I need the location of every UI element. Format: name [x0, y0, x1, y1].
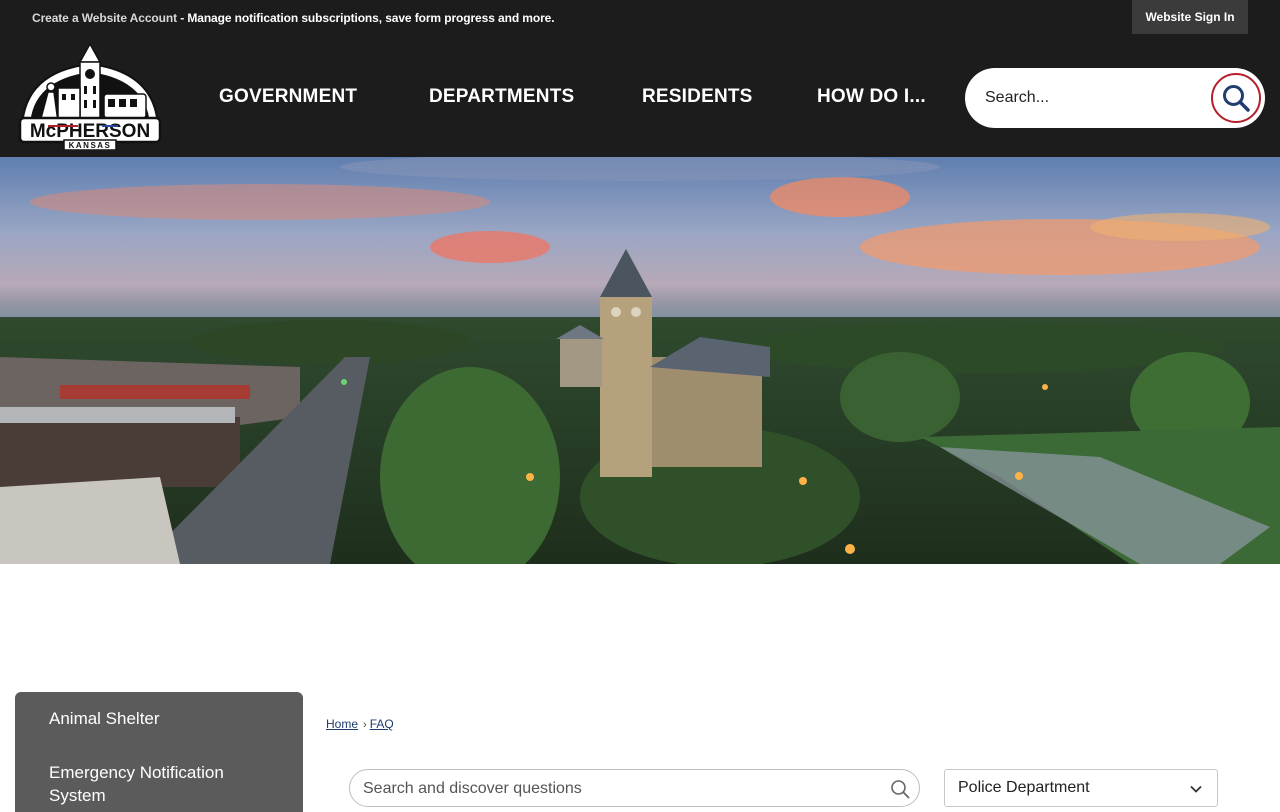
breadcrumb-faq[interactable]: FAQ [370, 717, 394, 731]
breadcrumb: Home › FAQ [326, 717, 394, 731]
site-search-input[interactable] [985, 86, 1205, 110]
breadcrumb-home[interactable]: Home [326, 717, 358, 731]
sidebar-item-animal-shelter[interactable]: Animal Shelter [49, 707, 269, 730]
mcpherson-logo-icon: McPHERSON KANSAS [18, 42, 162, 151]
mcpherson-logo[interactable]: McPHERSON KANSAS [18, 42, 162, 151]
chevron-down-icon [1190, 785, 1202, 793]
faq-search [349, 769, 920, 807]
account-message-text: - Manage notification subscriptions, sav… [176, 11, 555, 25]
breadcrumb-separator: › [363, 719, 367, 731]
faq-category-value: Police Department [958, 779, 1090, 796]
nav-government[interactable]: GOVERNMENT [219, 86, 357, 108]
logo-text: McPHERSON [30, 121, 150, 142]
sidebar-item-emergency-notification[interactable]: Emergency Notification System [49, 761, 269, 807]
site-search [965, 68, 1265, 128]
website-sign-in-button[interactable]: Website Sign In [1132, 0, 1248, 34]
faq-search-icon[interactable] [890, 779, 910, 799]
nav-how-do-i[interactable]: HOW DO I... [817, 86, 926, 108]
banner-scene [0, 157, 1280, 564]
logo-subtext: KANSAS [69, 141, 112, 150]
nav-departments[interactable]: DEPARTMENTS [429, 86, 574, 108]
faq-category-select[interactable]: Police Department [944, 769, 1218, 807]
side-navigation: Animal Shelter Emergency Notification Sy… [15, 692, 303, 812]
nav-residents[interactable]: RESIDENTS [642, 86, 753, 108]
site-search-button[interactable] [1211, 73, 1261, 123]
create-account-link[interactable]: Create a Website Account [32, 11, 177, 25]
account-message: Create a Website Account - Manage notifi… [32, 11, 555, 25]
hero-banner-image [0, 157, 1280, 564]
utility-bar: Create a Website Account - Manage notifi… [0, 0, 1280, 36]
search-icon [1223, 85, 1250, 112]
site-header: McPHERSON KANSAS GOVERNMENT DEPARTMENTS … [0, 36, 1280, 157]
faq-search-input[interactable] [363, 779, 863, 799]
